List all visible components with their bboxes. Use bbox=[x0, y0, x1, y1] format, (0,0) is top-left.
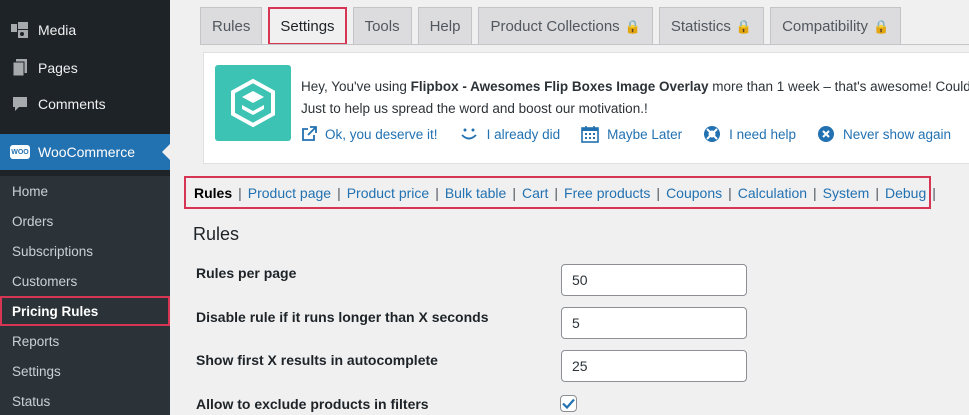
sidebar-item-pages[interactable]: Pages bbox=[0, 50, 170, 86]
checkmark-icon bbox=[562, 398, 575, 409]
sidebar-item-woocommerce[interactable]: WOO WooCommerce bbox=[0, 134, 170, 170]
tab-settings[interactable]: Settings bbox=[268, 7, 347, 45]
settings-subnav: Rules | Product page | Product price | B… bbox=[184, 176, 936, 209]
subnav-coupons[interactable]: Coupons bbox=[666, 185, 722, 201]
tab-statistics[interactable]: Statistics 🔒 bbox=[658, 7, 765, 45]
submenu-item-status[interactable]: Status bbox=[0, 386, 170, 415]
disable-rule-seconds-input[interactable] bbox=[561, 307, 747, 339]
exclude-products-checkbox[interactable] bbox=[560, 395, 577, 412]
plugin-name: Flipbox - Awesomes Flip Boxes Image Over… bbox=[410, 79, 709, 94]
subnav-cart[interactable]: Cart bbox=[522, 185, 548, 201]
woocommerce-submenu: Home Orders Subscriptions Customers Pric… bbox=[0, 176, 170, 415]
notice-message: Hey, You've using Flipbox - Awesomes Fli… bbox=[301, 79, 969, 116]
lock-icon: 🔒 bbox=[872, 18, 890, 34]
autocomplete-results-input[interactable] bbox=[561, 350, 747, 382]
dismiss-icon bbox=[817, 125, 835, 143]
ok-deserve-it-link[interactable]: Ok, you deserve it! bbox=[301, 125, 438, 143]
subnav-product-page[interactable]: Product page bbox=[248, 185, 331, 201]
tab-product-collections[interactable]: Product Collections 🔒 bbox=[478, 7, 653, 45]
subnav-separator: | bbox=[512, 184, 516, 201]
subnav-separator: | bbox=[932, 184, 936, 201]
external-link-icon bbox=[301, 126, 317, 142]
subnav-debug[interactable]: Debug bbox=[885, 185, 926, 201]
media-icon bbox=[10, 20, 30, 40]
submenu-item-orders[interactable]: Orders bbox=[0, 206, 170, 236]
subnav-bulk-table[interactable]: Bulk table bbox=[445, 185, 506, 201]
pages-icon bbox=[10, 58, 30, 78]
rules-per-page-label: Rules per page bbox=[196, 265, 297, 281]
lock-icon: 🔒 bbox=[735, 18, 753, 34]
subnav-separator: | bbox=[875, 184, 879, 201]
subnav-separator: | bbox=[813, 184, 817, 201]
submenu-item-pricing-rules[interactable]: Pricing Rules bbox=[0, 296, 170, 326]
subnav-separator: | bbox=[435, 184, 439, 201]
sidebar-item-label: Media bbox=[38, 22, 77, 38]
help-lifebuoy-icon bbox=[703, 125, 721, 143]
admin-sidebar: Media Pages Comments WOO WooCommerce Hom… bbox=[0, 0, 170, 415]
subnav-separator: | bbox=[656, 184, 661, 201]
subnav-separator: | bbox=[337, 184, 341, 201]
tabs-divider bbox=[200, 44, 969, 45]
main-content: Rules Settings Tools Help Product Collec… bbox=[170, 0, 969, 415]
subnav-free-products[interactable]: Free products bbox=[564, 185, 650, 201]
sidebar-item-label: Pages bbox=[38, 60, 78, 76]
comments-icon bbox=[10, 94, 30, 114]
exclude-products-label: Allow to exclude products in filters bbox=[196, 396, 429, 412]
submenu-item-reports[interactable]: Reports bbox=[0, 326, 170, 356]
tab-tools[interactable]: Tools bbox=[352, 7, 412, 45]
sidebar-item-comments[interactable]: Comments bbox=[0, 86, 170, 122]
disable-rule-label: Disable rule if it runs longer than X se… bbox=[196, 309, 489, 325]
sidebar-item-label: Comments bbox=[38, 96, 106, 112]
subnav-calculation[interactable]: Calculation bbox=[738, 185, 807, 201]
sidebar-item-label: WooCommerce bbox=[38, 144, 135, 160]
lock-icon: 🔒 bbox=[624, 18, 641, 34]
plugin-logo bbox=[215, 65, 291, 141]
subnav-separator: | bbox=[728, 184, 732, 201]
subnav-separator: | bbox=[554, 184, 559, 201]
settings-tabs: Rules Settings Tools Help Product Collec… bbox=[200, 7, 907, 45]
subnav-separator: | bbox=[238, 184, 242, 201]
subnav-product-price[interactable]: Product price bbox=[347, 185, 429, 201]
review-notice: Hey, You've using Flipbox - Awesomes Fli… bbox=[203, 52, 969, 164]
subnav-system[interactable]: System bbox=[823, 185, 870, 201]
subnav-rules[interactable]: Rules bbox=[194, 185, 232, 201]
tab-rules[interactable]: Rules bbox=[200, 7, 263, 45]
sidebar-item-media[interactable]: Media bbox=[0, 12, 170, 48]
notice-actions: Ok, you deserve it! I already did Maybe … bbox=[301, 125, 969, 143]
sidebar-item-posts-partial[interactable] bbox=[0, 0, 170, 6]
calendar-icon bbox=[581, 125, 599, 143]
submenu-item-home[interactable]: Home bbox=[0, 176, 170, 206]
autocomplete-results-label: Show first X results in autocomplete bbox=[196, 352, 438, 368]
already-did-link[interactable]: I already did bbox=[459, 125, 560, 143]
submenu-item-subscriptions[interactable]: Subscriptions bbox=[0, 236, 170, 266]
maybe-later-link[interactable]: Maybe Later bbox=[581, 125, 682, 143]
submenu-item-customers[interactable]: Customers bbox=[0, 266, 170, 296]
tab-compatibility[interactable]: Compatibility 🔒 bbox=[770, 7, 902, 45]
smile-icon bbox=[459, 126, 479, 142]
rules-per-page-input[interactable] bbox=[561, 264, 747, 296]
submenu-item-settings[interactable]: Settings bbox=[0, 356, 170, 386]
tab-help[interactable]: Help bbox=[417, 7, 473, 45]
woocommerce-icon: WOO bbox=[10, 142, 30, 162]
section-title: Rules bbox=[193, 224, 240, 244]
need-help-link[interactable]: I need help bbox=[703, 125, 796, 143]
never-show-again-link[interactable]: Never show again bbox=[817, 125, 951, 143]
